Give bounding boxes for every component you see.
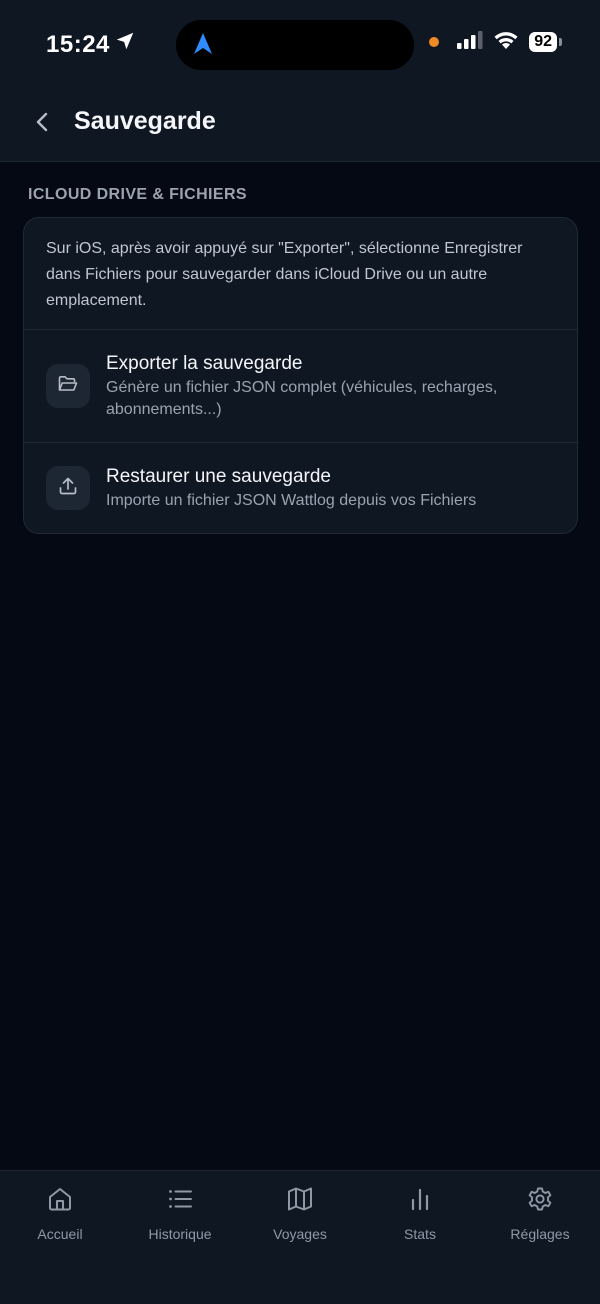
map-icon <box>286 1185 314 1218</box>
nav-header: Sauvegarde <box>0 90 600 162</box>
tab-reglages[interactable]: Réglages <box>480 1185 600 1242</box>
backup-card: Sur iOS, après avoir appuyé sur "Exporte… <box>23 217 578 534</box>
tab-label: Stats <box>404 1226 436 1242</box>
battery-tip <box>559 38 562 46</box>
tab-label: Accueil <box>37 1226 83 1242</box>
home-icon <box>46 1185 74 1218</box>
status-indicators: 92 <box>429 30 562 54</box>
battery-level: 92 <box>529 32 557 52</box>
folder-open-icon <box>58 375 78 398</box>
chevron-left-icon <box>35 111 49 138</box>
tab-historique[interactable]: Historique <box>120 1185 240 1242</box>
location-arrow-icon <box>114 30 136 59</box>
tab-stats[interactable]: Stats <box>360 1185 480 1242</box>
card-description: Sur iOS, après avoir appuyé sur "Exporte… <box>46 240 523 309</box>
restore-subtitle: Importe un fichier JSON Wattlog depuis v… <box>106 492 477 509</box>
tab-voyages[interactable]: Voyages <box>240 1185 360 1242</box>
tab-bar: Accueil Historique Voyages Stats Réglage… <box>0 1170 600 1304</box>
signal-icon <box>457 30 483 54</box>
upload-icon <box>58 476 78 501</box>
export-icon-tile <box>46 364 90 408</box>
screen: 15:24 92 Sauvegarde ICLOUD DRIVE & FICHI… <box>0 0 600 1304</box>
list-icon <box>166 1185 194 1218</box>
status-time: 15:24 <box>46 30 110 58</box>
restore-title: Restaurer une sauvegarde <box>106 466 331 487</box>
privacy-dot <box>429 37 440 47</box>
export-title: Exporter la sauvegarde <box>106 353 303 374</box>
restore-backup-row[interactable]: Restaurer une sauvegarde Importe un fich… <box>24 443 577 533</box>
tab-label: Réglages <box>510 1226 570 1242</box>
export-subtitle: Génère un fichier JSON complet (véhicule… <box>106 379 498 418</box>
bar-chart-icon <box>406 1185 434 1218</box>
export-backup-row[interactable]: Exporter la sauvegarde Génère un fichier… <box>24 330 577 442</box>
navigation-icon <box>192 32 214 61</box>
tab-label: Historique <box>148 1226 212 1242</box>
dynamic-island <box>176 20 414 70</box>
battery-icon: 92 <box>529 32 562 52</box>
tab-accueil[interactable]: Accueil <box>0 1185 120 1242</box>
status-time-group: 15:24 <box>46 30 136 59</box>
wifi-icon <box>493 30 519 54</box>
status-bar: 15:24 92 <box>0 0 600 90</box>
section-label: ICLOUD DRIVE & FICHIERS <box>28 186 247 203</box>
page-title: Sauvegarde <box>74 107 216 135</box>
tab-label: Voyages <box>273 1226 327 1242</box>
back-button[interactable] <box>26 108 58 140</box>
gear-icon <box>526 1185 554 1218</box>
restore-icon-tile <box>46 466 90 510</box>
